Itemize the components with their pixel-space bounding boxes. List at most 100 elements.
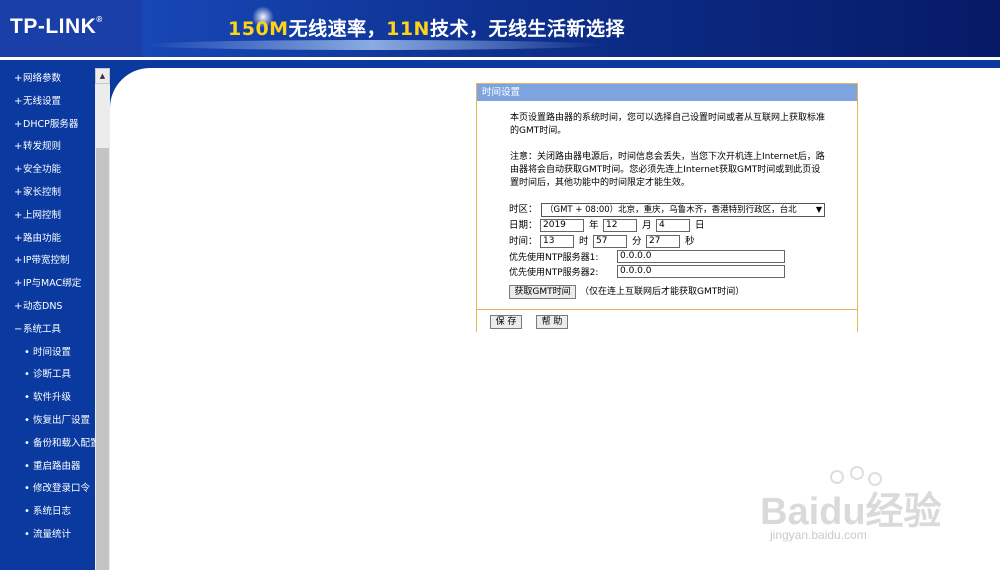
sidebar-item-label: 流量统计 (33, 528, 72, 540)
sidebar-item-label: 备份和载入配置 (33, 437, 95, 449)
expand-icon: + (14, 95, 23, 107)
sidebar-item-label: 网络参数 (23, 73, 62, 84)
day-unit: 日 (695, 220, 705, 231)
sidebar-item[interactable]: +DHCP服务器 (0, 114, 95, 137)
sidebar-item[interactable]: +动态DNS (0, 296, 95, 319)
expand-icon: + (14, 73, 23, 84)
expand-icon: + (14, 186, 23, 198)
minute-unit: 分 (632, 236, 642, 247)
dropdown-arrow-icon[interactable]: ▼ (816, 204, 822, 216)
ntp1-input[interactable]: 0.0.0.0 (617, 250, 785, 263)
sidebar-item[interactable]: • 修改登录口令 (0, 478, 95, 501)
top-bar (0, 60, 1000, 68)
sidebar-item-label: 恢复出厂设置 (33, 414, 91, 426)
gmt-note: （仅在连上互联网后才能获取GMT时间） (580, 287, 745, 297)
sidebar-item-label: 家长控制 (23, 186, 62, 198)
sidebar-item[interactable]: • 恢复出厂设置 (0, 410, 95, 433)
sidebar-item[interactable]: +安全功能 (0, 159, 95, 182)
sidebar-item[interactable]: • 时间设置 (0, 342, 95, 365)
scroll-up-arrow-icon[interactable]: ▲ (95, 68, 110, 84)
panel-footer (477, 310, 857, 332)
paw-icon (850, 466, 864, 480)
save-button[interactable]: 保 存 (490, 315, 522, 329)
sidebar-item[interactable]: • 流量统计 (0, 524, 95, 547)
timezone-value: （GMT + 08:00）北京，重庆，乌鲁木齐，香港特别行政区，台北 (545, 205, 797, 215)
sidebar-item[interactable]: • 系统日志 (0, 501, 95, 524)
expand-icon: + (14, 209, 23, 221)
bullet-icon: • (24, 506, 30, 518)
sidebar-item[interactable]: +转发规则 (0, 136, 95, 159)
sidebar-item-label: 系统日志 (33, 506, 72, 518)
collapse-icon: − (14, 323, 23, 335)
bullet-icon: • (24, 346, 30, 358)
header-banner: TP-LINK® 150M无线速率，11N技术，无线生活新选择 (0, 0, 1000, 57)
panel-note: 注意：关闭路由器电源后，时间信息会丢失，当您下次开机连上Internet后，路由… (510, 152, 825, 188)
get-gmt-time-button[interactable]: 获取GMT时间 (509, 285, 576, 299)
sidebar-item-label: 上网控制 (23, 209, 62, 221)
sidebar-item-label: IP与MAC绑定 (23, 278, 82, 290)
panel-title: 时间设置 (477, 84, 857, 101)
time-label: 时间： (509, 236, 538, 247)
second-unit: 秒 (685, 236, 695, 247)
sidebar-item-label: 路由功能 (23, 232, 62, 244)
sidebar-item[interactable]: +网络参数 (0, 68, 95, 91)
sidebar-item-label: 软件升级 (33, 392, 72, 404)
hour-unit: 时 (579, 236, 589, 247)
light-streak (142, 40, 602, 50)
minute-input[interactable]: 57 (593, 235, 627, 248)
ntp1-label: 优先使用NTP服务器1: (509, 253, 599, 263)
sidebar-item[interactable]: • 备份和载入配置 (0, 433, 95, 456)
sidebar-item[interactable]: • 诊断工具 (0, 364, 95, 387)
sidebar-item[interactable]: +IP与MAC绑定 (0, 273, 95, 296)
expand-icon: + (14, 232, 23, 244)
bullet-icon: • (24, 414, 30, 426)
sidebar-item-label: 动态DNS (23, 300, 63, 312)
banner-slogan: 150M无线速率，11N技术，无线生活新选择 (228, 18, 625, 40)
timezone-label: 时区： (509, 204, 538, 215)
month-unit: 月 (642, 220, 652, 231)
bullet-icon: • (24, 369, 30, 381)
sidebar-menu: +网络参数 +无线设置 +DHCP服务器 +转发规则 +安全功能 +家长控制 +上网控制 +路… (0, 68, 95, 570)
year-input[interactable]: 2019 (540, 219, 584, 232)
expand-icon: + (14, 118, 23, 130)
bullet-icon: • (24, 437, 30, 449)
sidebar-item[interactable]: +家长控制 (0, 182, 95, 205)
sidebar-item-label: 无线设置 (23, 95, 62, 107)
sidebar-item-label: 诊断工具 (33, 369, 72, 381)
sidebar-item[interactable]: +上网控制 (0, 205, 95, 228)
watermark-url: jingyan.baidu.com (770, 528, 867, 542)
sidebar-item[interactable]: +路由功能 (0, 228, 95, 251)
bullet-icon: • (24, 483, 30, 495)
year-unit: 年 (589, 220, 599, 231)
panel-description: 本页设置路由器的系统时间，您可以选择自己设置时间或者从互联网上获取标准的GMT时… (510, 113, 826, 136)
help-button[interactable]: 帮 助 (536, 315, 568, 329)
sidebar-item-label: 系统工具 (23, 323, 62, 335)
second-input[interactable]: 27 (646, 235, 680, 248)
logo-area: TP-LINK® (0, 0, 142, 57)
hour-input[interactable]: 13 (540, 235, 574, 248)
watermark-text: Baidu经验 (760, 491, 942, 533)
sidebar-item-label: 时间设置 (33, 346, 72, 358)
tp-link-logo: TP-LINK® (10, 15, 103, 38)
bullet-icon: • (24, 392, 30, 404)
sidebar-item-label: IP带宽控制 (23, 255, 70, 267)
sidebar-item[interactable]: −系统工具 (0, 319, 95, 342)
ntp2-input[interactable]: 0.0.0.0 (617, 265, 785, 278)
sidebar-item-label: 转发规则 (23, 141, 62, 153)
bullet-icon: • (24, 528, 30, 540)
sidebar-item[interactable]: +无线设置 (0, 91, 95, 114)
expand-icon: + (14, 164, 23, 176)
date-label: 日期： (509, 220, 538, 231)
sidebar-item[interactable]: • 软件升级 (0, 387, 95, 410)
expand-icon: + (14, 278, 23, 290)
sidebar-scrollbar[interactable]: ▲ (95, 68, 110, 570)
sidebar-item-label: DHCP服务器 (23, 118, 79, 130)
month-input[interactable]: 12 (603, 219, 637, 232)
sidebar-item[interactable]: +IP带宽控制 (0, 250, 95, 273)
baidu-watermark: Baidu经验 jingyan.baidu.com (760, 466, 970, 550)
bullet-icon: • (24, 460, 30, 472)
sidebar-item[interactable]: • 重启路由器 (0, 456, 95, 479)
scroll-thumb[interactable] (96, 148, 109, 570)
day-input[interactable]: 4 (656, 219, 690, 232)
timezone-select[interactable]: （GMT + 08:00）北京，重庆，乌鲁木齐，香港特别行政区，台北 ▼ (541, 203, 825, 217)
